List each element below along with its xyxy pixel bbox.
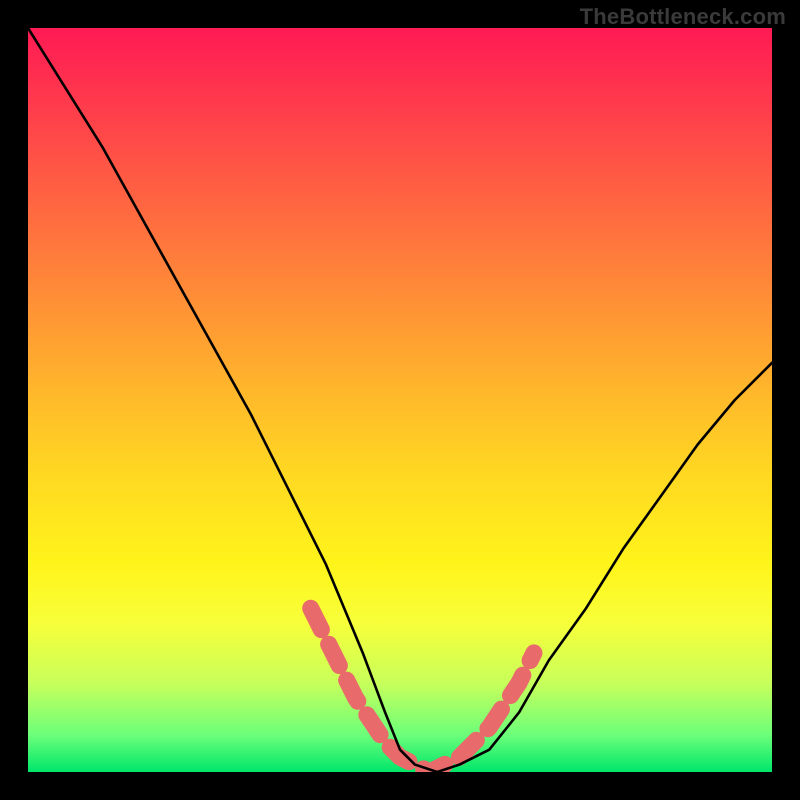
marker-band-line	[311, 608, 534, 772]
plot-area	[28, 28, 772, 772]
marker-band-group	[311, 608, 534, 772]
chart-frame: TheBottleneck.com	[0, 0, 800, 800]
chart-svg	[28, 28, 772, 772]
bottleneck-curve	[28, 28, 772, 772]
watermark-text: TheBottleneck.com	[580, 4, 786, 30]
curve-group	[28, 28, 772, 772]
